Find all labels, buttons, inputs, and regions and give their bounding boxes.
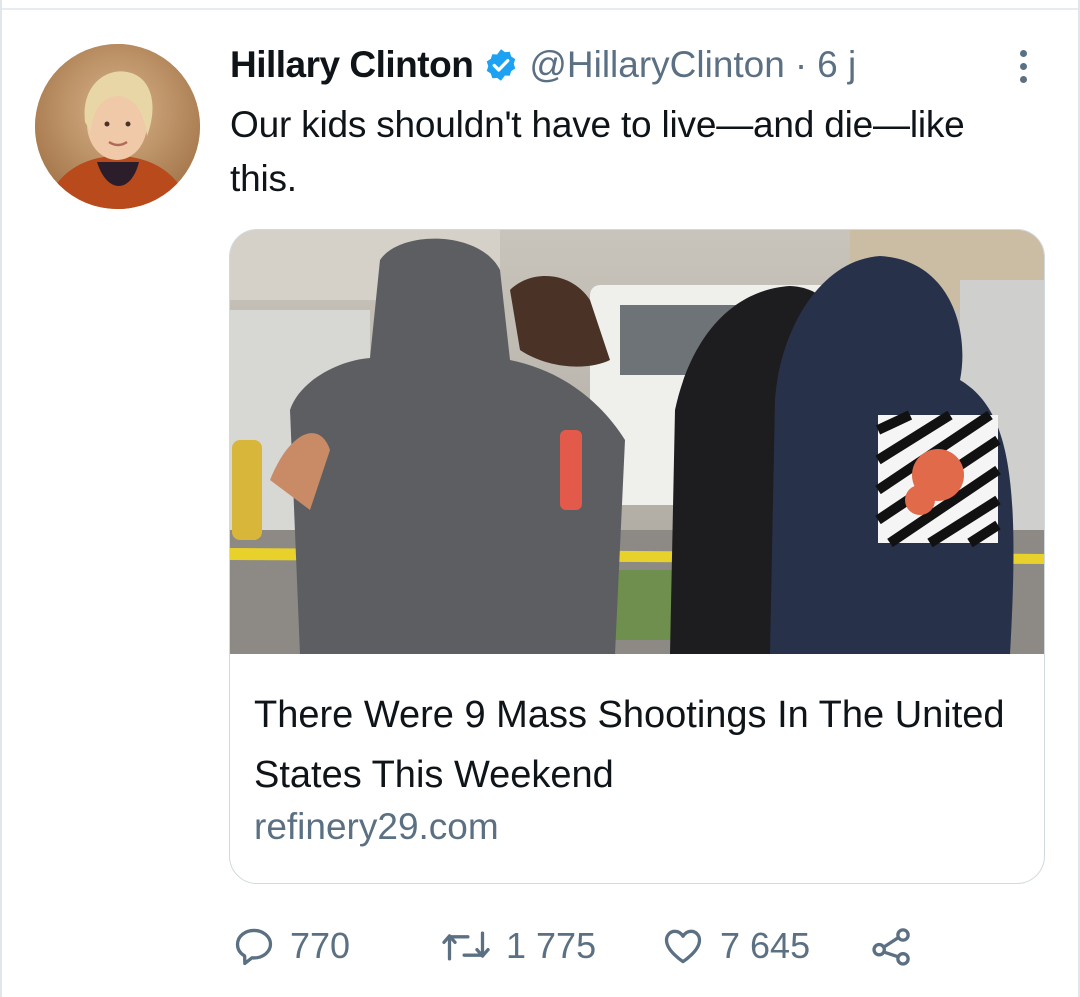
tweet-action-bar: 770 1 775 7 645 xyxy=(232,918,932,974)
author-name[interactable]: Hillary Clinton xyxy=(230,44,474,86)
like-button[interactable]: 7 645 xyxy=(660,918,810,974)
left-border xyxy=(0,0,2,997)
heart-icon xyxy=(664,929,702,964)
author-handle[interactable]: @HillaryClinton xyxy=(529,44,785,86)
tweet-header: Hillary Clinton @HillaryClinton · 6 j xyxy=(230,40,856,90)
card-title: There Were 9 Mass Shootings In The Unite… xyxy=(254,694,1005,796)
more-dot xyxy=(1019,62,1027,70)
tweet-text: Our kids shouldn't have to live—and die—… xyxy=(230,104,965,199)
separator-dot: · xyxy=(794,44,808,85)
top-divider xyxy=(0,8,1080,10)
reply-count: 770 xyxy=(290,925,351,966)
like-count: 7 645 xyxy=(720,925,811,966)
share-button[interactable] xyxy=(869,918,915,974)
retweet-button[interactable]: 1 775 xyxy=(440,918,596,974)
share-icon xyxy=(872,928,910,966)
card-photo xyxy=(230,230,1044,654)
reply-button[interactable]: 770 xyxy=(232,918,350,974)
retweet-icon xyxy=(442,931,490,961)
tweet-timestamp[interactable]: 6 j xyxy=(817,44,856,86)
verified-badge-icon xyxy=(487,49,516,81)
avatar-image xyxy=(35,44,200,209)
retweet-count: 1 775 xyxy=(506,925,597,966)
link-card[interactable]: There Were 9 Mass Shootings In The Unite… xyxy=(229,229,1045,884)
card-domain: refinery29.com xyxy=(254,806,499,847)
reply-icon xyxy=(235,928,273,966)
more-vertical-icon[interactable] xyxy=(1003,44,1043,88)
more-dot xyxy=(1019,75,1027,83)
more-dot xyxy=(1019,49,1027,57)
author-avatar[interactable] xyxy=(35,44,200,209)
